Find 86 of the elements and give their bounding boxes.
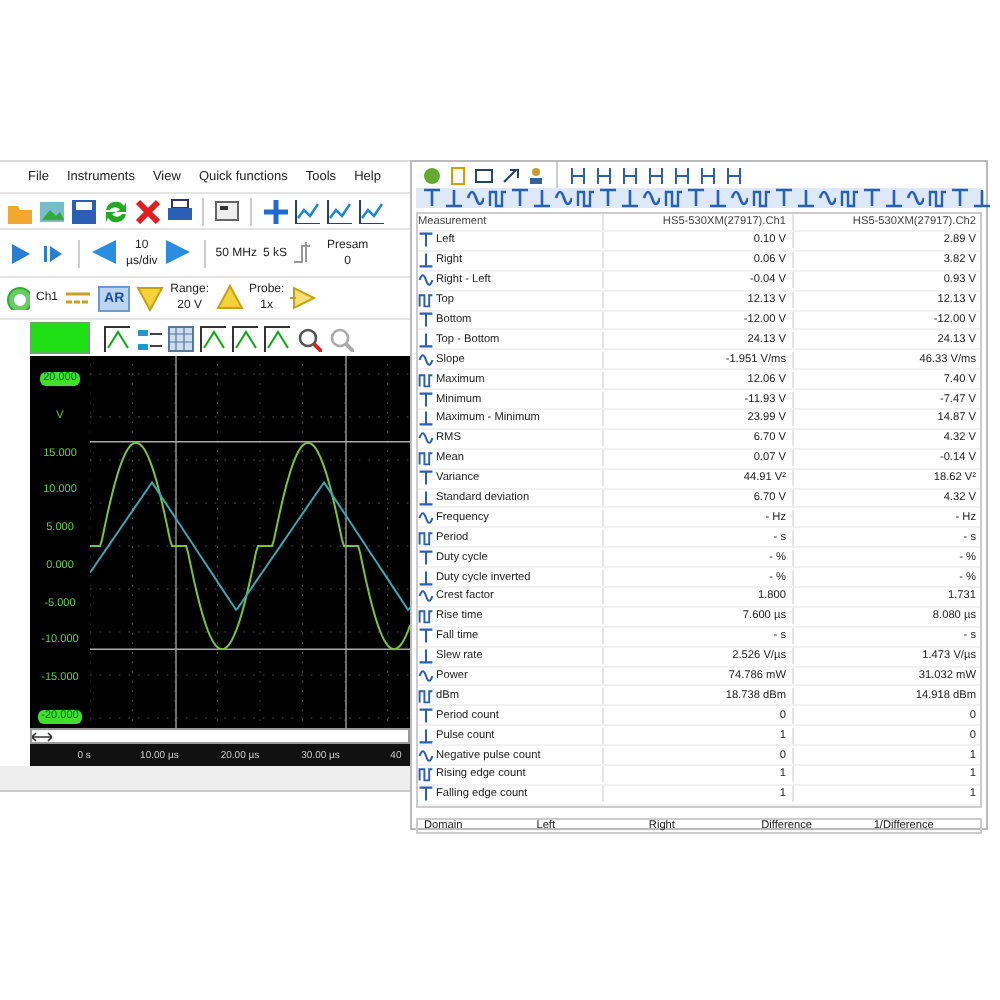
chart-icon[interactable] — [294, 198, 320, 224]
pulse-icon[interactable] — [752, 188, 770, 208]
pulse-icon — [418, 292, 434, 309]
right-triangle-icon[interactable] — [163, 238, 194, 268]
layout-icon[interactable] — [136, 325, 162, 351]
pulse-icon[interactable] — [840, 188, 858, 208]
printer-icon[interactable] — [166, 198, 192, 224]
measure-icon — [418, 549, 434, 566]
measure-icon — [418, 628, 434, 645]
measure-icon — [418, 648, 434, 665]
measure-icon[interactable] — [686, 188, 704, 208]
level-bar — [30, 322, 90, 354]
wave-icon — [418, 668, 434, 685]
plus-icon[interactable] — [262, 198, 288, 224]
pulse-icon — [418, 371, 434, 388]
measure-icon — [418, 727, 434, 744]
measure-icon[interactable] — [422, 188, 440, 208]
measure-icon — [418, 312, 434, 328]
wave-icon — [418, 272, 434, 289]
wave-icon — [418, 509, 434, 526]
pulse-icon — [418, 450, 434, 467]
measure-icon[interactable] — [950, 188, 968, 208]
cursor-icon[interactable] — [672, 165, 692, 185]
pulse-icon — [418, 687, 434, 704]
wave-icon — [418, 747, 434, 764]
window-icon[interactable] — [214, 198, 240, 224]
measure-icon[interactable] — [598, 188, 616, 208]
cursor-icon[interactable] — [594, 165, 614, 185]
wave-icon — [418, 351, 434, 368]
measure-icon[interactable] — [532, 188, 550, 208]
measure-icon[interactable] — [774, 188, 792, 208]
measure-icon[interactable] — [796, 188, 814, 208]
measure-icon[interactable] — [972, 188, 990, 208]
measure-icon[interactable] — [884, 188, 902, 208]
cursor-icon[interactable] — [620, 165, 640, 185]
view-icon[interactable] — [200, 325, 226, 351]
measure-icon — [418, 490, 434, 507]
wave-icon[interactable] — [730, 188, 748, 208]
image-icon[interactable] — [38, 198, 64, 224]
wave-icon[interactable] — [466, 188, 484, 208]
wave-icon[interactable] — [818, 188, 836, 208]
wave-icon[interactable] — [642, 188, 660, 208]
view-icon[interactable] — [104, 325, 130, 351]
view-icon[interactable] — [264, 325, 290, 351]
measure-icon[interactable] — [510, 188, 528, 208]
view-icon[interactable] — [232, 325, 258, 351]
measure-icon — [418, 707, 434, 724]
refresh-icon[interactable] — [102, 198, 128, 224]
measure-icon[interactable] — [708, 188, 726, 208]
chart-icon[interactable] — [326, 198, 352, 224]
cursor-icon[interactable] — [698, 165, 718, 185]
chart-icon[interactable] — [358, 198, 384, 224]
pulse-icon — [418, 766, 434, 783]
pulse-icon[interactable] — [928, 188, 946, 208]
measure-icon — [418, 470, 434, 487]
cursor-icon[interactable] — [724, 165, 744, 185]
measure-icon[interactable] — [444, 188, 462, 208]
pulse-icon[interactable] — [576, 188, 594, 208]
measure-icon — [418, 252, 434, 269]
measure-icon — [418, 786, 434, 803]
cursor-icon[interactable] — [646, 165, 666, 185]
cursor-icon[interactable] — [568, 165, 588, 185]
save-icon[interactable] — [70, 198, 96, 224]
pulse-icon[interactable] — [488, 188, 506, 208]
wave-icon[interactable] — [906, 188, 924, 208]
measure-icon[interactable] — [620, 188, 638, 208]
window-icon[interactable] — [474, 165, 494, 185]
grid-icon[interactable] — [168, 325, 194, 351]
wave-icon[interactable] — [554, 188, 572, 208]
measure-icon — [418, 232, 434, 249]
zoom-icon[interactable] — [296, 325, 322, 351]
arrows-icon[interactable] — [32, 731, 52, 741]
pulse-icon[interactable] — [664, 188, 682, 208]
person-icon[interactable] — [526, 165, 546, 185]
wave-icon — [418, 588, 434, 605]
scroll-bar[interactable] — [30, 728, 410, 744]
left-triangle-icon[interactable] — [90, 238, 120, 268]
measure-icon — [418, 569, 434, 586]
measure-icon — [418, 331, 434, 348]
channel-icon[interactable] — [6, 286, 30, 310]
close-icon[interactable] — [134, 198, 160, 224]
pulse-icon — [418, 608, 434, 625]
play-icon[interactable] — [6, 239, 34, 267]
wave-icon — [418, 430, 434, 447]
pulse-icon — [418, 529, 434, 546]
measure-icon[interactable] — [862, 188, 880, 208]
